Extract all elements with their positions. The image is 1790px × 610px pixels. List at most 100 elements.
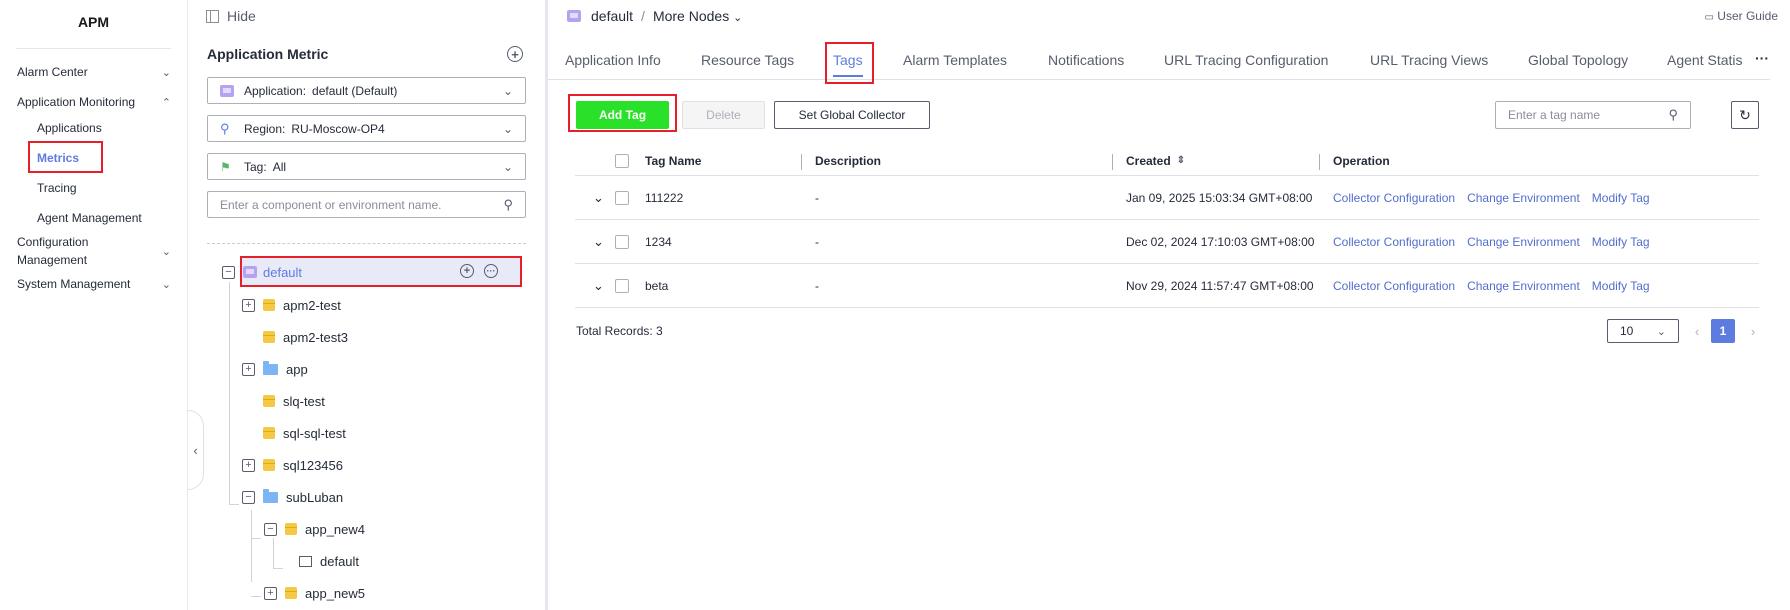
chevron-down-icon[interactable]: ⌄ (593, 264, 604, 307)
more-tabs-icon[interactable]: ··· (1755, 50, 1769, 66)
tag-select[interactable]: ⚑ Tag: All ⌄ (207, 153, 526, 180)
search-icon[interactable]: ⚲ (1668, 107, 1678, 123)
tree-line (251, 538, 261, 539)
tree-node-app[interactable]: + app (242, 357, 308, 381)
set-global-collector-button[interactable]: Set Global Collector (774, 101, 930, 129)
select-all-cell (615, 146, 629, 175)
nav-sub-agent-management[interactable]: Agent Management (0, 203, 187, 233)
chevron-down-icon[interactable]: ⌄ (593, 220, 604, 263)
nav-item-system-management[interactable]: System Management ⌄ (0, 273, 187, 295)
cell-operation: Collector Configuration Change Environme… (1333, 264, 1650, 307)
user-guide-link[interactable]: ▭ User Guide (1705, 9, 1779, 23)
expand-icon[interactable]: + (242, 298, 255, 312)
application-select[interactable]: Application: default (Default) ⌄ (207, 77, 526, 104)
nav-item-label: Configuration Management (17, 235, 89, 267)
page-number-button[interactable]: 1 (1711, 319, 1735, 343)
nav-sub-metrics[interactable]: Metrics (0, 141, 187, 173)
tree-node-slq-test[interactable]: slq-test (263, 389, 325, 413)
tab-global-topology[interactable]: Global Topology (1528, 52, 1628, 68)
collapse-icon[interactable]: − (264, 522, 277, 536)
collapse-icon[interactable]: − (242, 490, 255, 504)
tree-panel: Hide Application Metric + Application: d… (188, 0, 548, 610)
refresh-button[interactable]: ↻ (1731, 101, 1759, 129)
tree-node-apm2-test3[interactable]: apm2-test3 (263, 325, 348, 349)
tree-node-label: app_new4 (305, 521, 365, 537)
tree-line (273, 568, 283, 569)
application-icon (567, 10, 581, 22)
change-environment-link[interactable]: Change Environment (1467, 191, 1580, 205)
tree-line (273, 538, 274, 568)
previous-page-button[interactable]: ‹ (1688, 319, 1706, 343)
collector-configuration-link[interactable]: Collector Configuration (1333, 279, 1455, 293)
nav-sub-tracing[interactable]: Tracing (0, 173, 187, 203)
modify-tag-link[interactable]: Modify Tag (1592, 279, 1650, 293)
component-search[interactable]: ⚲ (207, 191, 526, 218)
nav-item-alarm-center[interactable]: Alarm Center ⌄ (0, 61, 187, 83)
tree-node-sql-sql-test[interactable]: sql-sql-test (263, 421, 346, 445)
breadcrumb-more-nodes[interactable]: More Nodes ⌄ (653, 8, 742, 24)
nav-item-configuration-management[interactable]: Configuration Management ⌄ (0, 233, 187, 269)
breadcrumb-separator: / (641, 8, 645, 24)
tree-node-sql123456[interactable]: + sql123456 (242, 453, 343, 477)
sort-icon[interactable]: ⇕ (1177, 155, 1185, 166)
change-environment-link[interactable]: Change Environment (1467, 279, 1580, 293)
tab-alarm-templates[interactable]: Alarm Templates (903, 52, 1007, 68)
row-checkbox[interactable] (615, 190, 629, 205)
cell-operation: Collector Configuration Change Environme… (1333, 220, 1650, 263)
highlight-box (28, 141, 103, 173)
tree-line (251, 510, 252, 582)
expand-icon[interactable]: + (242, 362, 255, 376)
hide-toggle[interactable]: Hide (188, 0, 545, 32)
next-page-button[interactable]: › (1744, 319, 1762, 343)
component-icon (263, 459, 275, 471)
region-select[interactable]: ⚲ Region: RU-Moscow-OP4 ⌄ (207, 115, 526, 142)
tab-bar: Application Info Resource Tags Tags Alar… (548, 44, 1770, 80)
header-created[interactable]: Created ⇕ (1126, 146, 1185, 175)
chevron-down-icon: ⌄ (733, 12, 743, 24)
collector-configuration-link[interactable]: Collector Configuration (1333, 235, 1455, 249)
modify-tag-link[interactable]: Modify Tag (1592, 191, 1650, 205)
tree-node-subluban[interactable]: − subLuban (242, 485, 343, 509)
tag-search-input[interactable] (1508, 108, 1669, 122)
nav-sub-applications[interactable]: Applications (0, 113, 187, 143)
application-icon (220, 84, 234, 97)
tree-node-apm2-test[interactable]: + apm2-test (242, 293, 341, 317)
tab-notifications[interactable]: Notifications (1048, 52, 1124, 68)
tab-agent-statistics[interactable]: Agent Statis (1667, 52, 1745, 68)
collector-configuration-link[interactable]: Collector Configuration (1333, 191, 1455, 205)
page-size-select[interactable]: 10 ⌄ (1607, 319, 1679, 343)
row-checkbox[interactable] (615, 278, 629, 293)
header-description: Description (815, 153, 882, 168)
tree-node-app-new4[interactable]: − app_new4 (264, 517, 365, 541)
collapse-icon[interactable]: − (222, 265, 235, 279)
tag-search[interactable]: ⚲ (1495, 101, 1691, 129)
tab-resource-tags[interactable]: Resource Tags (701, 52, 794, 68)
row-checkbox-cell (615, 176, 629, 219)
expand-icon[interactable]: + (242, 458, 255, 472)
search-icon[interactable]: ⚲ (503, 197, 513, 213)
expand-icon[interactable]: + (264, 586, 277, 600)
cell-description: - (815, 190, 819, 205)
tree-node-env-default[interactable]: default (299, 549, 359, 573)
change-environment-link[interactable]: Change Environment (1467, 235, 1580, 249)
cell-created: Nov 29, 2024 11:57:47 GMT+08:00 (1126, 278, 1314, 293)
chevron-down-icon[interactable]: ⌄ (593, 176, 604, 219)
nav-item-application-monitoring[interactable]: Application Monitoring ⌃ (0, 91, 187, 113)
breadcrumb-more-label: More Nodes (652, 8, 730, 24)
collapse-handle[interactable]: ‹ (188, 410, 204, 490)
select-all-checkbox[interactable] (615, 153, 629, 168)
breadcrumb-app[interactable]: default (591, 8, 633, 24)
tag-value: All (272, 159, 287, 174)
tab-application-info[interactable]: Application Info (565, 52, 661, 68)
table-row: ⌄ 1234 - Dec 02, 2024 17:10:03 GMT+08:00… (575, 220, 1759, 264)
tab-url-tracing-configuration[interactable]: URL Tracing Configuration (1164, 52, 1328, 68)
modify-tag-link[interactable]: Modify Tag (1592, 235, 1650, 249)
tags-table: Tag Name Description Created ⇕ Operation… (575, 146, 1759, 308)
component-search-input[interactable] (220, 197, 504, 212)
location-pin-icon: ⚲ (220, 120, 230, 136)
tree-node-app-new5[interactable]: + app_new5 (264, 581, 365, 605)
tab-url-tracing-views[interactable]: URL Tracing Views (1370, 52, 1488, 68)
row-checkbox[interactable] (615, 234, 629, 249)
add-circle-icon[interactable]: + (507, 46, 523, 62)
delete-button[interactable]: Delete (682, 101, 765, 129)
